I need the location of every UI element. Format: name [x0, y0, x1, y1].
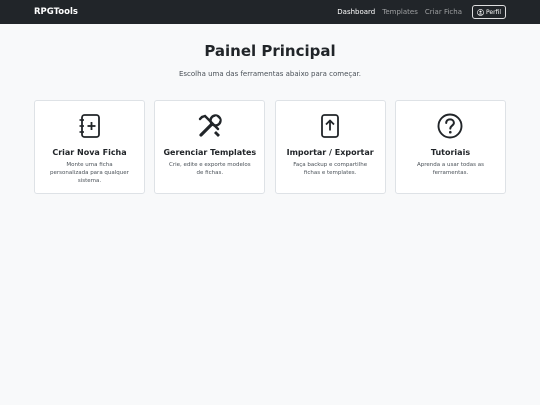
- brand-logo[interactable]: RPGTools: [34, 7, 78, 17]
- card-importar-exportar[interactable]: Importar / Exportar Faça backup e compar…: [274, 100, 386, 194]
- question-circle-icon: [437, 113, 463, 139]
- card-title: Importar / Exportar: [286, 148, 374, 157]
- profile-label: Perfil: [485, 8, 501, 16]
- user-circle-icon: [477, 8, 486, 16]
- card-text: Aprenda a usar todas as ferramentas.: [417, 162, 484, 176]
- card-title: Tutoriais: [430, 148, 471, 157]
- tools-icon: [197, 113, 223, 139]
- card-criar-nova-ficha[interactable]: Criar Nova Ficha Monte uma ficha persona…: [34, 100, 145, 194]
- card-text: Faça backup e compartilhe fichas e templ…: [293, 162, 368, 176]
- upload-icon: [317, 113, 343, 139]
- card-text: Monte uma ficha personalizada para qualq…: [50, 162, 129, 184]
- new-sheet-icon: [77, 113, 103, 139]
- nav-link-dashboard[interactable]: Dashboard: [337, 8, 375, 16]
- card-title: Gerenciar Templates: [163, 148, 257, 157]
- card-text: Crie, edite e exporte modelos de fichas.: [169, 162, 251, 176]
- nav-links: Dashboard Templates Criar Ficha Perfil: [337, 5, 506, 19]
- page-subtitle: Escolha uma das ferramentas abaixo para …: [178, 70, 362, 78]
- card-title: Criar Nova Ficha: [52, 148, 127, 157]
- nav-link-templates[interactable]: Templates: [382, 8, 418, 16]
- top-navbar: RPGTools Dashboard Templates Criar Ficha…: [0, 0, 540, 24]
- tools-grid: Criar Nova Ficha Monte uma ficha persona…: [34, 100, 506, 194]
- profile-button[interactable]: Perfil: [471, 5, 506, 19]
- page-title: Painel Principal: [204, 42, 336, 60]
- nav-link-criar-ficha[interactable]: Criar Ficha: [425, 8, 462, 16]
- card-gerenciar-templates[interactable]: Gerenciar Templates Crie, edite e export…: [154, 100, 266, 194]
- card-tutoriais[interactable]: Tutoriais Aprenda a usar todas as ferram…: [394, 100, 506, 194]
